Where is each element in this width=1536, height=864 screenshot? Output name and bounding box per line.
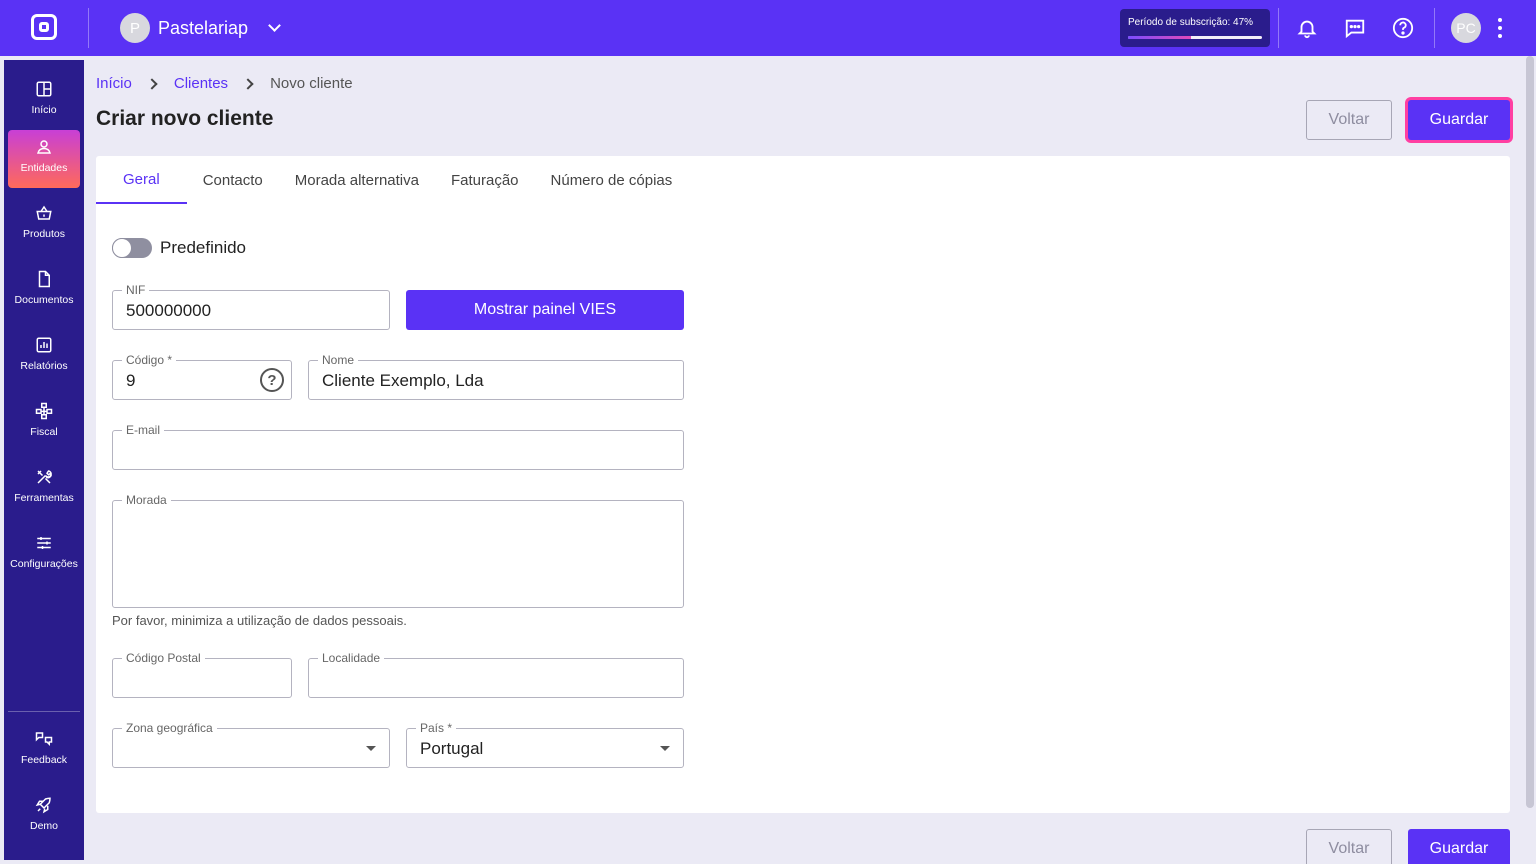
company-name: Pastelariap <box>158 17 249 38</box>
chevron-right-icon <box>146 77 158 90</box>
postal-code-label: Código Postal <box>122 651 205 665</box>
top-bar: P Pastelariap Período de subscrição: 47%… <box>0 0 1536 56</box>
breadcrumb-current: Novo cliente <box>270 75 353 92</box>
sidebar-item-fiscal[interactable]: Fiscal <box>8 394 80 452</box>
codigo-label: Código * <box>122 353 177 367</box>
sidebar: Início Entidades Produtos Documentos Rel… <box>4 60 84 860</box>
pais-value: Portugal <box>420 739 484 758</box>
back-button-bottom[interactable]: Voltar <box>1306 829 1392 864</box>
dropdown-arrow-icon <box>366 746 376 751</box>
email-field[interactable]: E-mail <box>112 423 684 470</box>
nif-label: NIF <box>122 283 150 297</box>
person-icon <box>37 140 51 154</box>
sidebar-item-label: Entidades <box>20 162 68 174</box>
sidebar-item-label: Configurações <box>10 558 78 570</box>
tools-icon <box>37 470 52 484</box>
sidebar-item-ferramentas[interactable]: Ferramentas <box>8 460 80 518</box>
pais-select[interactable]: País * Portugal <box>406 721 684 768</box>
sidebar-item-label: Feedback <box>20 754 68 766</box>
nif-field[interactable]: NIF 500000000 <box>112 283 390 330</box>
bell-icon[interactable] <box>1293 14 1321 42</box>
subscription-label: Período de subscrição: 47% <box>1128 17 1254 28</box>
company-avatar: P <box>120 13 150 43</box>
show-vies-panel-button[interactable]: Mostrar painel VIES <box>406 290 684 330</box>
tab-contacto[interactable]: Contacto <box>187 156 279 204</box>
subscription-progress-fill <box>1128 36 1191 39</box>
breadcrumb-home[interactable]: Início <box>96 75 132 92</box>
subscription-progress-bar <box>1128 36 1262 39</box>
sidebar-item-label: Início <box>31 104 57 116</box>
sidebar-item-feedback[interactable]: Feedback <box>8 722 80 780</box>
sidebar-item-label: Documentos <box>14 294 74 306</box>
sliders-icon <box>37 537 51 549</box>
sidebar-item-label: Produtos <box>22 228 66 240</box>
tab-numero-copias[interactable]: Número de cópias <box>535 156 689 204</box>
nome-label: Nome <box>318 353 359 367</box>
page-title: Criar novo cliente <box>96 107 274 130</box>
chevron-down-icon <box>268 19 281 32</box>
morada-label: Morada <box>122 493 171 507</box>
divider <box>8 711 80 712</box>
save-button[interactable]: Guardar <box>1408 100 1510 140</box>
privacy-helper-text: Por favor, minimiza a utilização de dado… <box>112 613 407 628</box>
help-icon[interactable] <box>1389 14 1417 42</box>
sidebar-item-relatorios[interactable]: Relatórios <box>8 328 80 386</box>
grid-icon <box>36 81 52 97</box>
more-vertical-icon[interactable] <box>1496 18 1504 38</box>
sidebar-item-demo[interactable]: Demo <box>8 788 80 846</box>
page-scrollbar[interactable] <box>1526 56 1534 808</box>
nome-value: Cliente Exemplo, Lda <box>322 371 484 390</box>
morada-textarea[interactable]: Morada <box>112 493 684 608</box>
pais-label: País * <box>416 721 457 735</box>
chart-icon <box>36 337 52 353</box>
sidebar-item-label: Demo <box>29 820 58 832</box>
dropdown-arrow-icon <box>660 746 670 751</box>
save-button-bottom[interactable]: Guardar <box>1408 829 1510 864</box>
sidebar-item-label: Ferramentas <box>14 492 74 504</box>
hierarchy-icon <box>35 402 53 420</box>
default-toggle-label: Predefinido <box>160 238 247 257</box>
codigo-value: 9 <box>126 371 136 390</box>
chat-icon[interactable] <box>1341 14 1369 42</box>
chevron-right-icon <box>242 77 254 90</box>
toggle-knob <box>112 238 132 258</box>
sidebar-item-configuracoes[interactable]: Configurações <box>8 526 80 584</box>
basket-icon <box>36 205 52 220</box>
app-logo-icon[interactable] <box>31 14 57 40</box>
divider <box>1434 8 1435 48</box>
tab-geral[interactable]: Geral <box>96 156 187 204</box>
user-avatar[interactable]: PC <box>1451 13 1481 43</box>
sidebar-item-documentos[interactable]: Documentos <box>8 262 80 320</box>
sidebar-item-inicio[interactable]: Início <box>8 72 80 130</box>
tab-morada-alternativa[interactable]: Morada alternativa <box>279 156 435 204</box>
tab-faturacao[interactable]: Faturação <box>435 156 535 204</box>
breadcrumb: Início Clientes Novo cliente <box>96 75 353 92</box>
zona-geografica-select[interactable]: Zona geográfica <box>112 721 390 768</box>
codigo-field[interactable]: Código * 9 ? <box>112 353 292 400</box>
zona-label: Zona geográfica <box>122 721 217 735</box>
divider <box>1278 8 1279 48</box>
localidade-label: Localidade <box>318 651 385 665</box>
question-icon[interactable]: ? <box>260 368 284 392</box>
feedback-icon <box>35 732 53 747</box>
sidebar-item-label: Relatórios <box>20 360 68 372</box>
form-card: Geral Contacto Morada alternativa Fatura… <box>96 156 1510 813</box>
sidebar-item-produtos[interactable]: Produtos <box>8 196 80 254</box>
postal-code-field[interactable]: Código Postal <box>112 651 292 698</box>
nome-field[interactable]: Nome Cliente Exemplo, Lda <box>308 353 684 400</box>
default-toggle[interactable] <box>112 238 152 258</box>
sidebar-item-entidades[interactable]: Entidades <box>8 130 80 188</box>
document-icon <box>38 270 50 288</box>
sidebar-item-label: Fiscal <box>30 426 58 438</box>
tab-bar: Geral Contacto Morada alternativa Fatura… <box>96 156 688 204</box>
nif-value: 500000000 <box>126 301 212 320</box>
company-selector[interactable]: P Pastelariap <box>120 13 281 43</box>
back-button[interactable]: Voltar <box>1306 100 1392 140</box>
email-label: E-mail <box>122 423 165 437</box>
localidade-field[interactable]: Localidade <box>308 651 684 698</box>
subscription-status[interactable]: Período de subscrição: 47% <box>1120 9 1270 47</box>
breadcrumb-clientes[interactable]: Clientes <box>174 75 228 92</box>
rocket-icon <box>35 797 51 814</box>
divider <box>88 8 89 48</box>
